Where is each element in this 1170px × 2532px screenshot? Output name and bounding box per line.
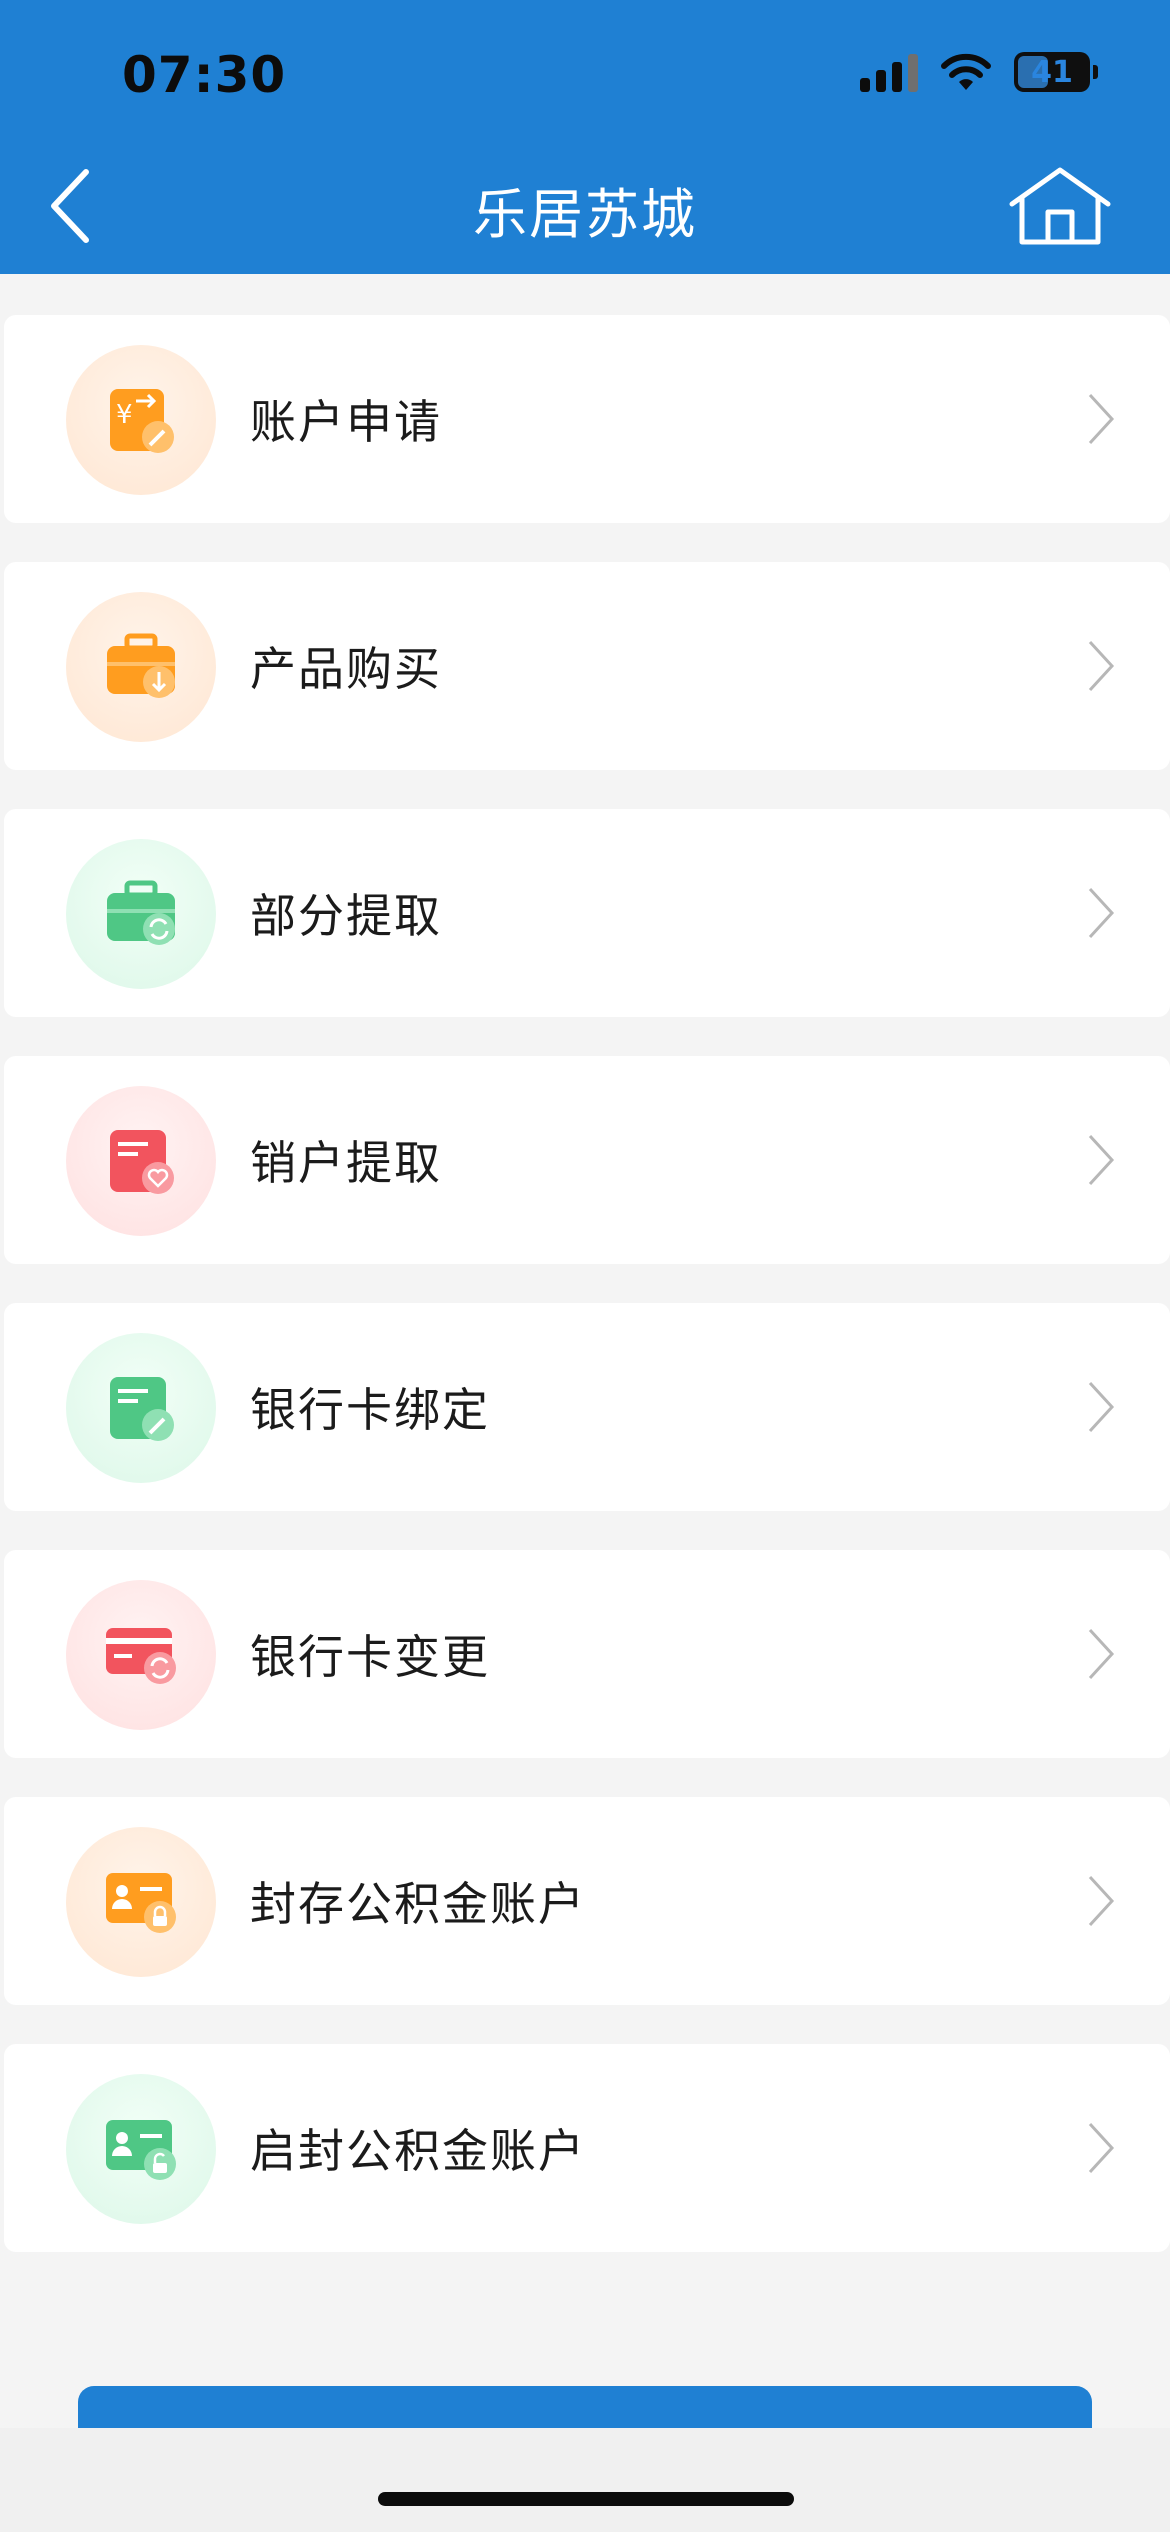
menu-item-partial-withdraw[interactable]: 部分提取 (4, 809, 1170, 1017)
menu-item-label: 产品购买 (250, 642, 442, 696)
menu-item-product-purchase[interactable]: 产品购买 (4, 562, 1170, 770)
unseal-account-icon (66, 2074, 216, 2224)
menu-item-account-apply[interactable]: ¥ 账户申请 (4, 315, 1170, 523)
chevron-right-icon (1088, 1628, 1115, 1680)
menu-item-label: 银行卡绑定 (250, 1383, 490, 1437)
menu-item-seal-account[interactable]: 封存公积金账户 (4, 1797, 1170, 2005)
partial-withdraw-icon (66, 839, 216, 989)
menu-item-label: 启封公积金账户 (250, 2124, 586, 2178)
svg-text:¥: ¥ (116, 400, 133, 430)
chevron-right-icon (1088, 2122, 1115, 2174)
menu-item-bank-card-change[interactable]: 银行卡变更 (4, 1550, 1170, 1758)
seal-account-icon (66, 1827, 216, 1977)
chevron-right-icon (1088, 1381, 1115, 1433)
menu-item-label: 部分提取 (250, 889, 442, 943)
menu-item-bank-card-bind[interactable]: 银行卡绑定 (4, 1303, 1170, 1511)
menu-item-label: 账户申请 (250, 395, 442, 449)
chevron-right-icon (1088, 393, 1115, 445)
account-apply-icon: ¥ (66, 345, 216, 495)
bank-card-bind-icon (66, 1333, 216, 1483)
battery-icon: 41 (1014, 52, 1098, 92)
chevron-right-icon (1088, 1134, 1115, 1186)
wifi-icon (941, 53, 991, 90)
signal-icon (860, 52, 918, 92)
chevron-right-icon (1088, 1875, 1115, 1927)
service-list: ¥ 账户申请 产品购买 部分提取 销户提取 银行卡绑定 银行卡变更 封存公积金账… (4, 315, 1170, 2291)
chevron-right-icon (1088, 887, 1115, 939)
status-time: 07:30 (122, 46, 287, 104)
home-indicator[interactable] (378, 2492, 794, 2506)
status-icons: 41 (860, 52, 1098, 92)
bank-card-change-icon (66, 1580, 216, 1730)
menu-item-close-account-withdraw[interactable]: 销户提取 (4, 1056, 1170, 1264)
page-title: 乐居苏城 (473, 183, 697, 246)
menu-item-label: 销户提取 (250, 1136, 442, 1190)
menu-item-label: 封存公积金账户 (250, 1877, 586, 1931)
header: 07:30 41 乐居苏城 (0, 0, 1170, 274)
menu-item-unseal-account[interactable]: 启封公积金账户 (4, 2044, 1170, 2252)
battery-level: 41 (1031, 54, 1073, 90)
product-purchase-icon (66, 592, 216, 742)
home-icon[interactable] (998, 166, 1122, 246)
menu-item-label: 银行卡变更 (250, 1630, 490, 1684)
home-bar-area (0, 2428, 1170, 2532)
chevron-right-icon (1088, 640, 1115, 692)
close-account-withdraw-icon (66, 1086, 216, 1236)
